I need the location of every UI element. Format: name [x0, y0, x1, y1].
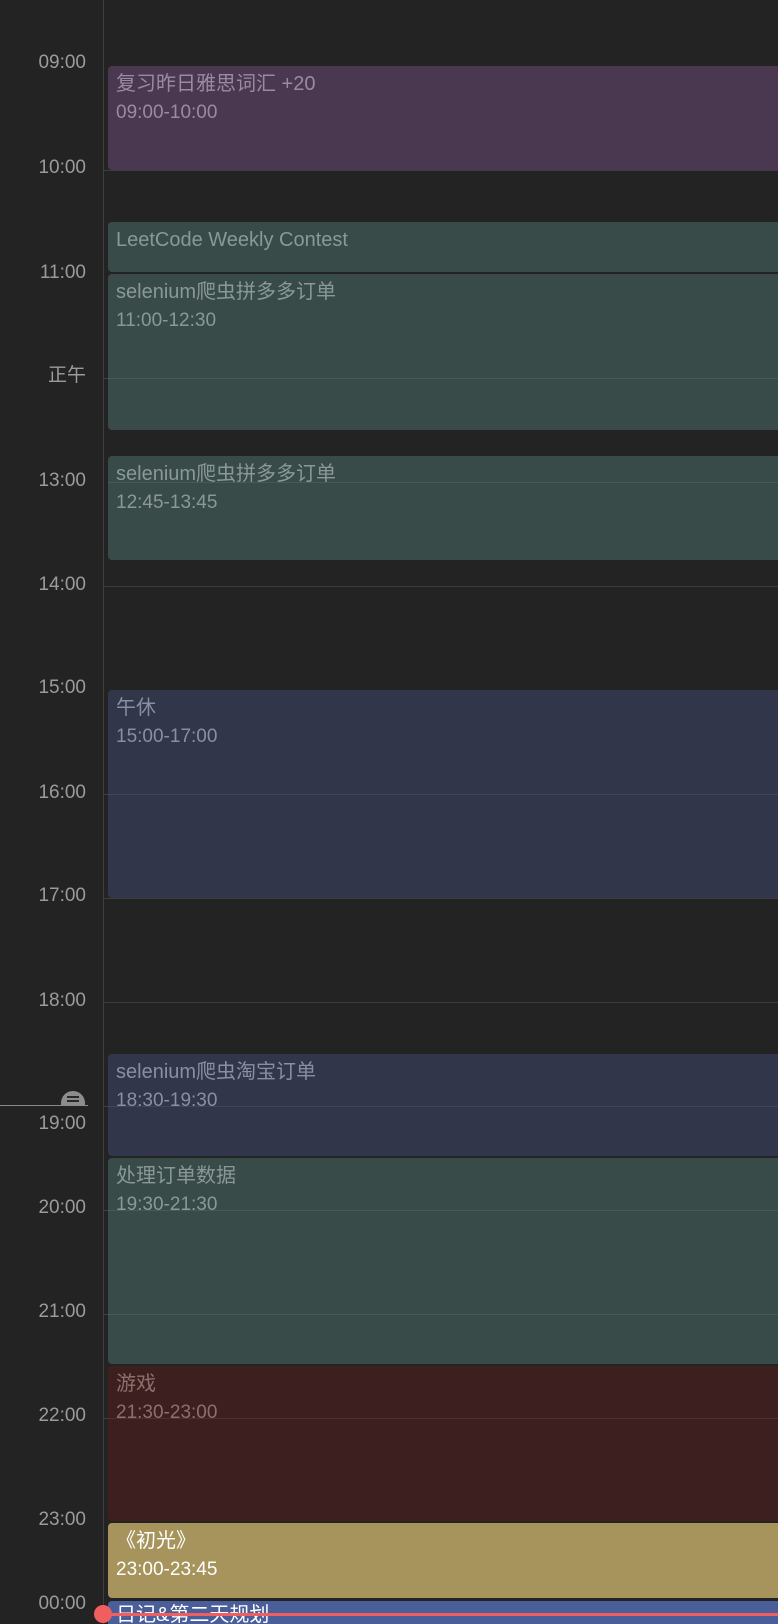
event-time: 18:30-19:30 — [116, 1090, 218, 1111]
hour-label: 19:00 — [38, 1113, 86, 1134]
event-title: 《初光》 — [116, 1530, 196, 1552]
hour-label: 09:00 — [38, 52, 86, 73]
event-hour-line — [108, 1314, 778, 1315]
calendar-event[interactable]: selenium爬虫拼多多订单 11:00-12:30 — [108, 274, 778, 430]
hour-label: 11:00 — [39, 262, 86, 283]
current-time-line — [104, 1613, 778, 1616]
event-hour-line — [108, 378, 778, 379]
hour-label: 21:00 — [38, 1301, 86, 1322]
event-hour-line — [108, 1418, 778, 1419]
calendar-event[interactable]: 处理订单数据 19:30-21:30 — [108, 1158, 778, 1364]
time-gutter — [0, 0, 103, 1624]
hour-grid-line — [104, 898, 778, 899]
hour-label: 22:00 — [38, 1405, 86, 1426]
event-hour-line — [108, 482, 778, 483]
hour-label: 20:00 — [38, 1197, 86, 1218]
event-time: 12:45-13:45 — [116, 492, 218, 513]
calendar-event[interactable]: selenium爬虫拼多多订单 12:45-13:45 — [108, 456, 778, 560]
now-indicator-line — [0, 1105, 88, 1106]
hour-label: 15:00 — [38, 677, 86, 698]
event-title: 游戏 — [116, 1373, 156, 1395]
event-title: 复习昨日雅思词汇 +20 — [116, 73, 316, 95]
hour-label: 13:00 — [38, 470, 86, 491]
hour-grid-line — [104, 170, 778, 171]
event-title: 午休 — [116, 697, 156, 719]
hour-grid-line — [104, 586, 778, 587]
event-time: 23:00-23:45 — [116, 1559, 218, 1580]
event-title: 处理订单数据 — [116, 1165, 236, 1187]
hour-label: 00:00 — [38, 1593, 86, 1614]
calendar-event[interactable]: 《初光》 23:00-23:45 — [108, 1523, 778, 1598]
day-calendar-view: 09:00 10:00 11:00 正午 13:00 14:00 15:00 1… — [0, 0, 778, 1624]
calendar-event[interactable]: 午休 15:00-17:00 — [108, 690, 778, 898]
calendar-event[interactable]: LeetCode Weekly Contest — [108, 222, 778, 272]
gutter-divider — [103, 0, 104, 1624]
hour-label: 18:00 — [38, 990, 86, 1011]
hour-label: 10:00 — [38, 157, 86, 178]
hour-grid-line — [104, 1002, 778, 1003]
hour-label: 17:00 — [38, 885, 86, 906]
event-title: selenium爬虫淘宝订单 — [116, 1061, 317, 1083]
current-time-dot — [94, 1605, 112, 1623]
calendar-event[interactable]: 复习昨日雅思词汇 +20 09:00-10:00 — [108, 66, 778, 170]
hour-label: 16:00 — [38, 782, 86, 803]
event-time: 21:30-23:00 — [116, 1402, 218, 1423]
hour-label: 14:00 — [38, 574, 86, 595]
calendar-event[interactable]: 游戏 21:30-23:00 — [108, 1366, 778, 1521]
event-time: 15:00-17:00 — [116, 726, 218, 747]
event-title: LeetCode Weekly Contest — [116, 229, 348, 251]
event-hour-line — [108, 794, 778, 795]
event-hour-line — [108, 1210, 778, 1211]
event-hour-line — [108, 1106, 778, 1107]
event-time: 09:00-10:00 — [116, 102, 218, 123]
event-time: 19:30-21:30 — [116, 1194, 218, 1215]
event-time: 11:00-12:30 — [116, 310, 217, 331]
calendar-event[interactable]: selenium爬虫淘宝订单 18:30-19:30 — [108, 1054, 778, 1156]
hour-label: 正午 — [47, 365, 86, 386]
hour-label: 23:00 — [38, 1509, 86, 1530]
event-title: selenium爬虫拼多多订单 — [116, 281, 337, 303]
